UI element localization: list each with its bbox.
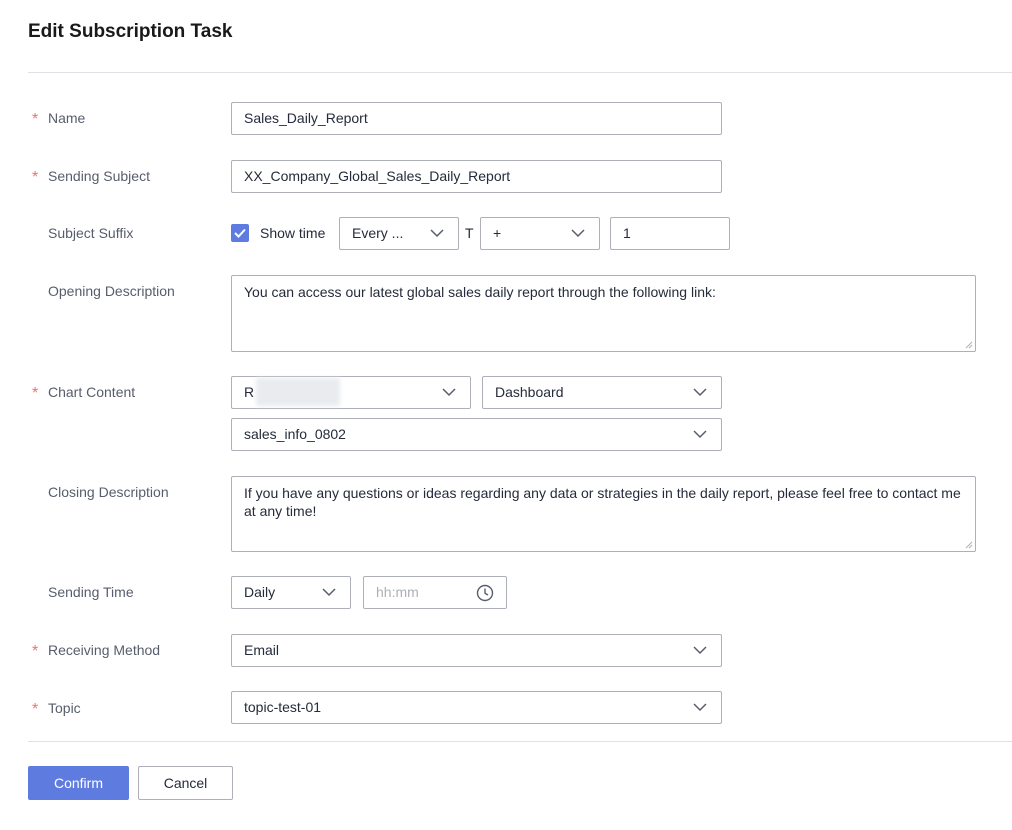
confirm-button[interactable]: Confirm (28, 766, 129, 800)
name-input[interactable]: Sales_Daily_Report (231, 102, 722, 135)
required-asterisk: * (32, 169, 39, 186)
receiving-method-select[interactable]: Email (231, 634, 722, 667)
required-asterisk: * (32, 701, 39, 718)
sending-subject-input[interactable]: XX_Company_Global_Sales_Daily_Report (231, 160, 722, 193)
receiving-method-label: Receiving Method (48, 642, 161, 658)
time-placeholder: hh:mm (376, 584, 419, 600)
frequency-select[interactable]: Daily (231, 576, 351, 609)
required-asterisk: * (32, 385, 39, 402)
header-divider (28, 72, 1012, 73)
opening-description-label: Opening Description (48, 283, 175, 299)
sending-time-label: Sending Time (48, 584, 134, 600)
name-label: Name (48, 110, 86, 126)
chevron-down-icon (693, 703, 707, 712)
resize-handle-icon[interactable] (965, 341, 973, 349)
sending-subject-label: Sending Subject (48, 168, 150, 184)
opening-description-text: You can access our latest global sales d… (244, 284, 716, 300)
t-separator: T (465, 225, 474, 241)
required-asterisk: * (32, 643, 39, 660)
check-icon (234, 228, 246, 238)
offset-input[interactable]: 1 (610, 217, 730, 250)
dashboard-select[interactable]: sales_info_0802 (231, 418, 722, 451)
redacted-blur (256, 378, 340, 406)
show-time-checkbox[interactable] (231, 224, 249, 242)
dialog-title: Edit Subscription Task (28, 21, 233, 42)
chevron-down-icon (430, 229, 444, 238)
chart-content-label: Chart Content (48, 384, 136, 400)
cancel-button[interactable]: Cancel (138, 766, 233, 800)
receiving-method-value: Email (244, 642, 280, 658)
subject-suffix-label: Subject Suffix (48, 225, 134, 241)
sign-select-value: + (493, 225, 502, 241)
period-select-value: Every ... (352, 225, 404, 241)
closing-description-label: Closing Description (48, 484, 169, 500)
topic-select[interactable]: topic-test-01 (231, 691, 722, 724)
topic-value: topic-test-01 (244, 699, 322, 715)
chevron-down-icon (442, 388, 456, 397)
closing-description-text: If you have any questions or ideas regar… (244, 485, 961, 519)
opening-description-textarea[interactable]: You can access our latest global sales d… (231, 275, 976, 352)
chart-source-value: R (244, 384, 255, 400)
topic-label: Topic (48, 700, 81, 716)
chevron-down-icon (693, 430, 707, 439)
chart-type-select[interactable]: Dashboard (482, 376, 722, 409)
closing-description-textarea[interactable]: If you have any questions or ideas regar… (231, 476, 976, 552)
chevron-down-icon (571, 229, 585, 238)
sign-select[interactable]: + (480, 217, 600, 250)
chart-type-value: Dashboard (495, 384, 564, 400)
required-asterisk: * (32, 111, 39, 128)
resize-handle-icon[interactable] (965, 541, 973, 549)
chevron-down-icon (693, 388, 707, 397)
frequency-value: Daily (244, 584, 276, 600)
dashboard-value: sales_info_0802 (244, 426, 346, 442)
time-picker[interactable]: hh:mm (363, 576, 507, 609)
show-time-label: Show time (260, 225, 326, 241)
chevron-down-icon (322, 588, 336, 597)
chevron-down-icon (693, 646, 707, 655)
footer-divider (28, 741, 1012, 742)
period-select[interactable]: Every ... (339, 217, 459, 250)
clock-icon (476, 584, 494, 602)
